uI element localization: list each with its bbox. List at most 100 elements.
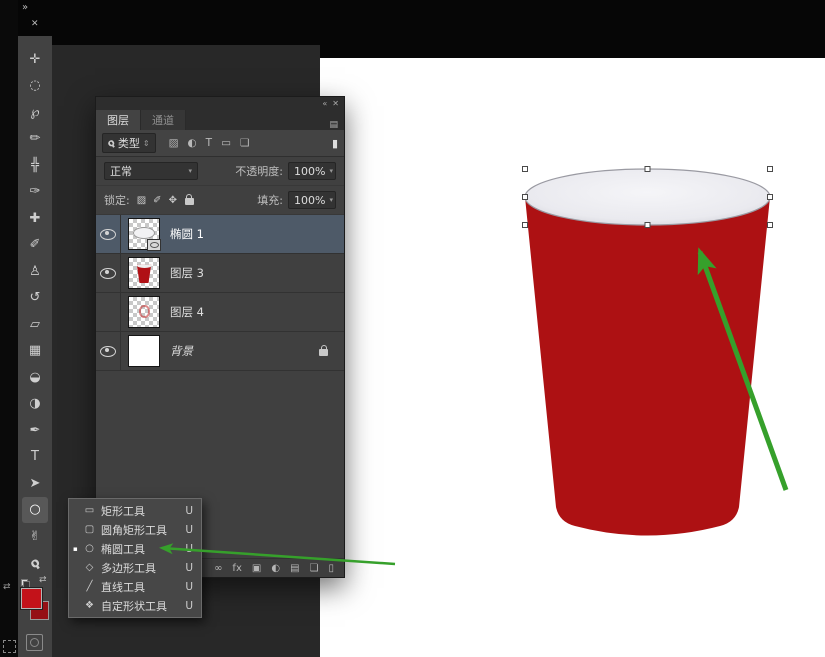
layer-row-layer-3[interactable]: 图层 3 <box>96 254 344 293</box>
mini-arrange-icon[interactable]: ⇄ <box>3 582 11 592</box>
lock-position-icon[interactable]: ✥ <box>169 195 177 206</box>
lock-all-icon[interactable] <box>185 198 194 205</box>
swap-colors-icon[interactable]: ⇄ <box>39 575 47 585</box>
updown-arrow-icon: ⇕ <box>143 139 150 148</box>
toolbar-close-icon[interactable]: ✕ <box>31 19 39 29</box>
fill-label: 填充: <box>257 192 283 208</box>
layer-group-icon[interactable]: ▤ <box>290 563 299 574</box>
menu-item-custom-shape-tool[interactable]: ❖ 自定形状工具 U <box>69 596 201 615</box>
lock-label: 锁定: <box>104 192 130 208</box>
cup-body[interactable] <box>525 197 770 536</box>
new-layer-icon[interactable]: ❏ <box>310 563 319 574</box>
zoom-tool[interactable]: ϙ <box>17 544 53 581</box>
opacity-dropdown[interactable]: 100% ▾ <box>288 162 336 180</box>
visibility-toggle[interactable] <box>96 332 121 370</box>
layer-name[interactable]: 椭圆 1 <box>170 226 204 242</box>
crop-tool[interactable]: ╬ <box>22 152 48 179</box>
transform-handle[interactable] <box>768 167 773 172</box>
filter-pixel-layers-icon[interactable]: ▨ <box>169 137 179 149</box>
cup-rim[interactable] <box>525 169 770 225</box>
clone-stamp-tool[interactable]: ♙ <box>22 258 48 285</box>
opacity-label: 不透明度: <box>235 163 283 179</box>
menu-item-shortcut: U <box>185 562 193 574</box>
layer-thumbnail[interactable] <box>128 218 160 250</box>
transform-handle[interactable] <box>523 195 528 200</box>
polygon-tool-icon: ◇ <box>82 562 97 573</box>
transform-handle[interactable] <box>645 167 650 172</box>
adjustment-layer-icon[interactable]: ◐ <box>271 563 280 574</box>
transform-handle[interactable] <box>768 223 773 228</box>
screen-mode-icon[interactable] <box>3 640 16 653</box>
elliptical-marquee-tool[interactable]: ◌ <box>22 73 48 100</box>
filter-row: ϙ 类型 ⇕ ▨ ◐ T ▭ ❏ ▮ <box>96 130 344 157</box>
layer-name[interactable]: 图层 3 <box>170 265 204 281</box>
quick-mask-icon[interactable] <box>26 634 43 651</box>
layer-style-icon[interactable]: fx <box>232 563 241 574</box>
panel-tabs: 图层 通道 ▤ <box>96 110 344 130</box>
filter-type-dropdown[interactable]: ϙ 类型 ⇕ <box>102 133 156 153</box>
layer-thumbnail[interactable] <box>128 257 160 289</box>
quick-selection-tool[interactable]: ✏ <box>22 126 48 153</box>
filter-toggle-switch[interactable]: ▮ <box>332 137 338 150</box>
default-colors-icon[interactable] <box>21 579 30 588</box>
collapse-toolbar-icon[interactable]: » <box>22 2 28 13</box>
transform-handle[interactable] <box>645 223 650 228</box>
tab-layers[interactable]: 图层 <box>96 110 141 130</box>
menu-item-line-tool[interactable]: ╱ 直线工具 U <box>69 577 201 596</box>
menu-item-rounded-rectangle-tool[interactable]: ▢ 圆角矩形工具 U <box>69 520 201 539</box>
panel-collapse-icon[interactable]: « <box>322 99 326 108</box>
transform-handle[interactable] <box>523 167 528 172</box>
filter-type-layers-icon[interactable]: T <box>206 137 212 149</box>
history-brush-tool[interactable]: ↺ <box>22 285 48 312</box>
layer-name[interactable]: 背景 <box>170 343 193 359</box>
layer-thumbnail[interactable] <box>128 296 160 328</box>
layer-row-background[interactable]: 背景 <box>96 332 344 371</box>
eraser-tool[interactable]: ▱ <box>22 311 48 338</box>
layer-mask-icon[interactable]: ▣ <box>252 563 261 574</box>
visibility-toggle[interactable] <box>96 215 121 253</box>
chevron-down-icon: ▾ <box>329 196 333 204</box>
fill-dropdown[interactable]: 100% ▾ <box>288 191 336 209</box>
foreground-color-swatch[interactable] <box>21 588 42 609</box>
delete-layer-icon[interactable]: ▯ <box>328 563 334 574</box>
visibility-toggle[interactable] <box>96 293 121 331</box>
dodge-tool[interactable]: ◑ <box>22 391 48 418</box>
menu-item-ellipse-tool[interactable]: ▪ ○ 椭圆工具 U <box>69 539 201 558</box>
layer-name[interactable]: 图层 4 <box>170 304 204 320</box>
filter-shape-layers-icon[interactable]: ▭ <box>221 137 231 149</box>
gradient-tool[interactable]: ▦ <box>22 338 48 365</box>
spot-healing-brush-tool[interactable]: ✚ <box>22 205 48 232</box>
rectangle-tool-icon: ▭ <box>82 505 97 516</box>
blur-tool[interactable]: ◒ <box>22 364 48 391</box>
document-canvas[interactable] <box>320 58 825 657</box>
pen-tool[interactable]: ✒ <box>22 417 48 444</box>
brush-tool[interactable]: ✐ <box>22 232 48 259</box>
menu-item-shortcut: U <box>185 543 193 555</box>
lasso-tool[interactable]: ℘ <box>22 99 48 126</box>
path-selection-tool[interactable]: ➤ <box>22 470 48 497</box>
menu-item-polygon-tool[interactable]: ◇ 多边形工具 U <box>69 558 201 577</box>
search-icon: ϙ <box>105 137 117 150</box>
menu-item-rectangle-tool[interactable]: ▭ 矩形工具 U <box>69 501 201 520</box>
transform-handle[interactable] <box>523 223 528 228</box>
eyedropper-tool[interactable]: ✑ <box>22 179 48 206</box>
blend-mode-dropdown[interactable]: 正常 ▾ <box>104 162 198 180</box>
filter-adjustment-layers-icon[interactable]: ◐ <box>188 137 197 149</box>
ellipse-tool[interactable]: ○ <box>22 497 48 524</box>
tab-channels[interactable]: 通道 <box>141 110 186 130</box>
panel-close-icon[interactable]: ✕ <box>332 99 339 108</box>
visibility-toggle[interactable] <box>96 254 121 292</box>
transform-handle[interactable] <box>768 195 773 200</box>
link-layers-icon[interactable]: ∞ <box>214 563 222 574</box>
layer-thumbnail[interactable] <box>128 335 160 367</box>
lock-pixels-icon[interactable]: ✐ <box>153 195 161 206</box>
line-tool-icon: ╱ <box>82 581 97 592</box>
filter-smart-objects-icon[interactable]: ❏ <box>240 137 249 149</box>
type-tool[interactable]: T <box>22 444 48 471</box>
lock-transparent-icon[interactable]: ▨ <box>137 195 146 206</box>
panel-menu-icon[interactable]: ▤ <box>329 120 338 130</box>
panel-titlebar[interactable]: « ✕ <box>96 97 344 110</box>
layer-row-layer-4[interactable]: 图层 4 <box>96 293 344 332</box>
layer-row-ellipse-1[interactable]: 椭圆 1 <box>96 215 344 254</box>
move-tool[interactable]: ✛ <box>22 46 48 73</box>
